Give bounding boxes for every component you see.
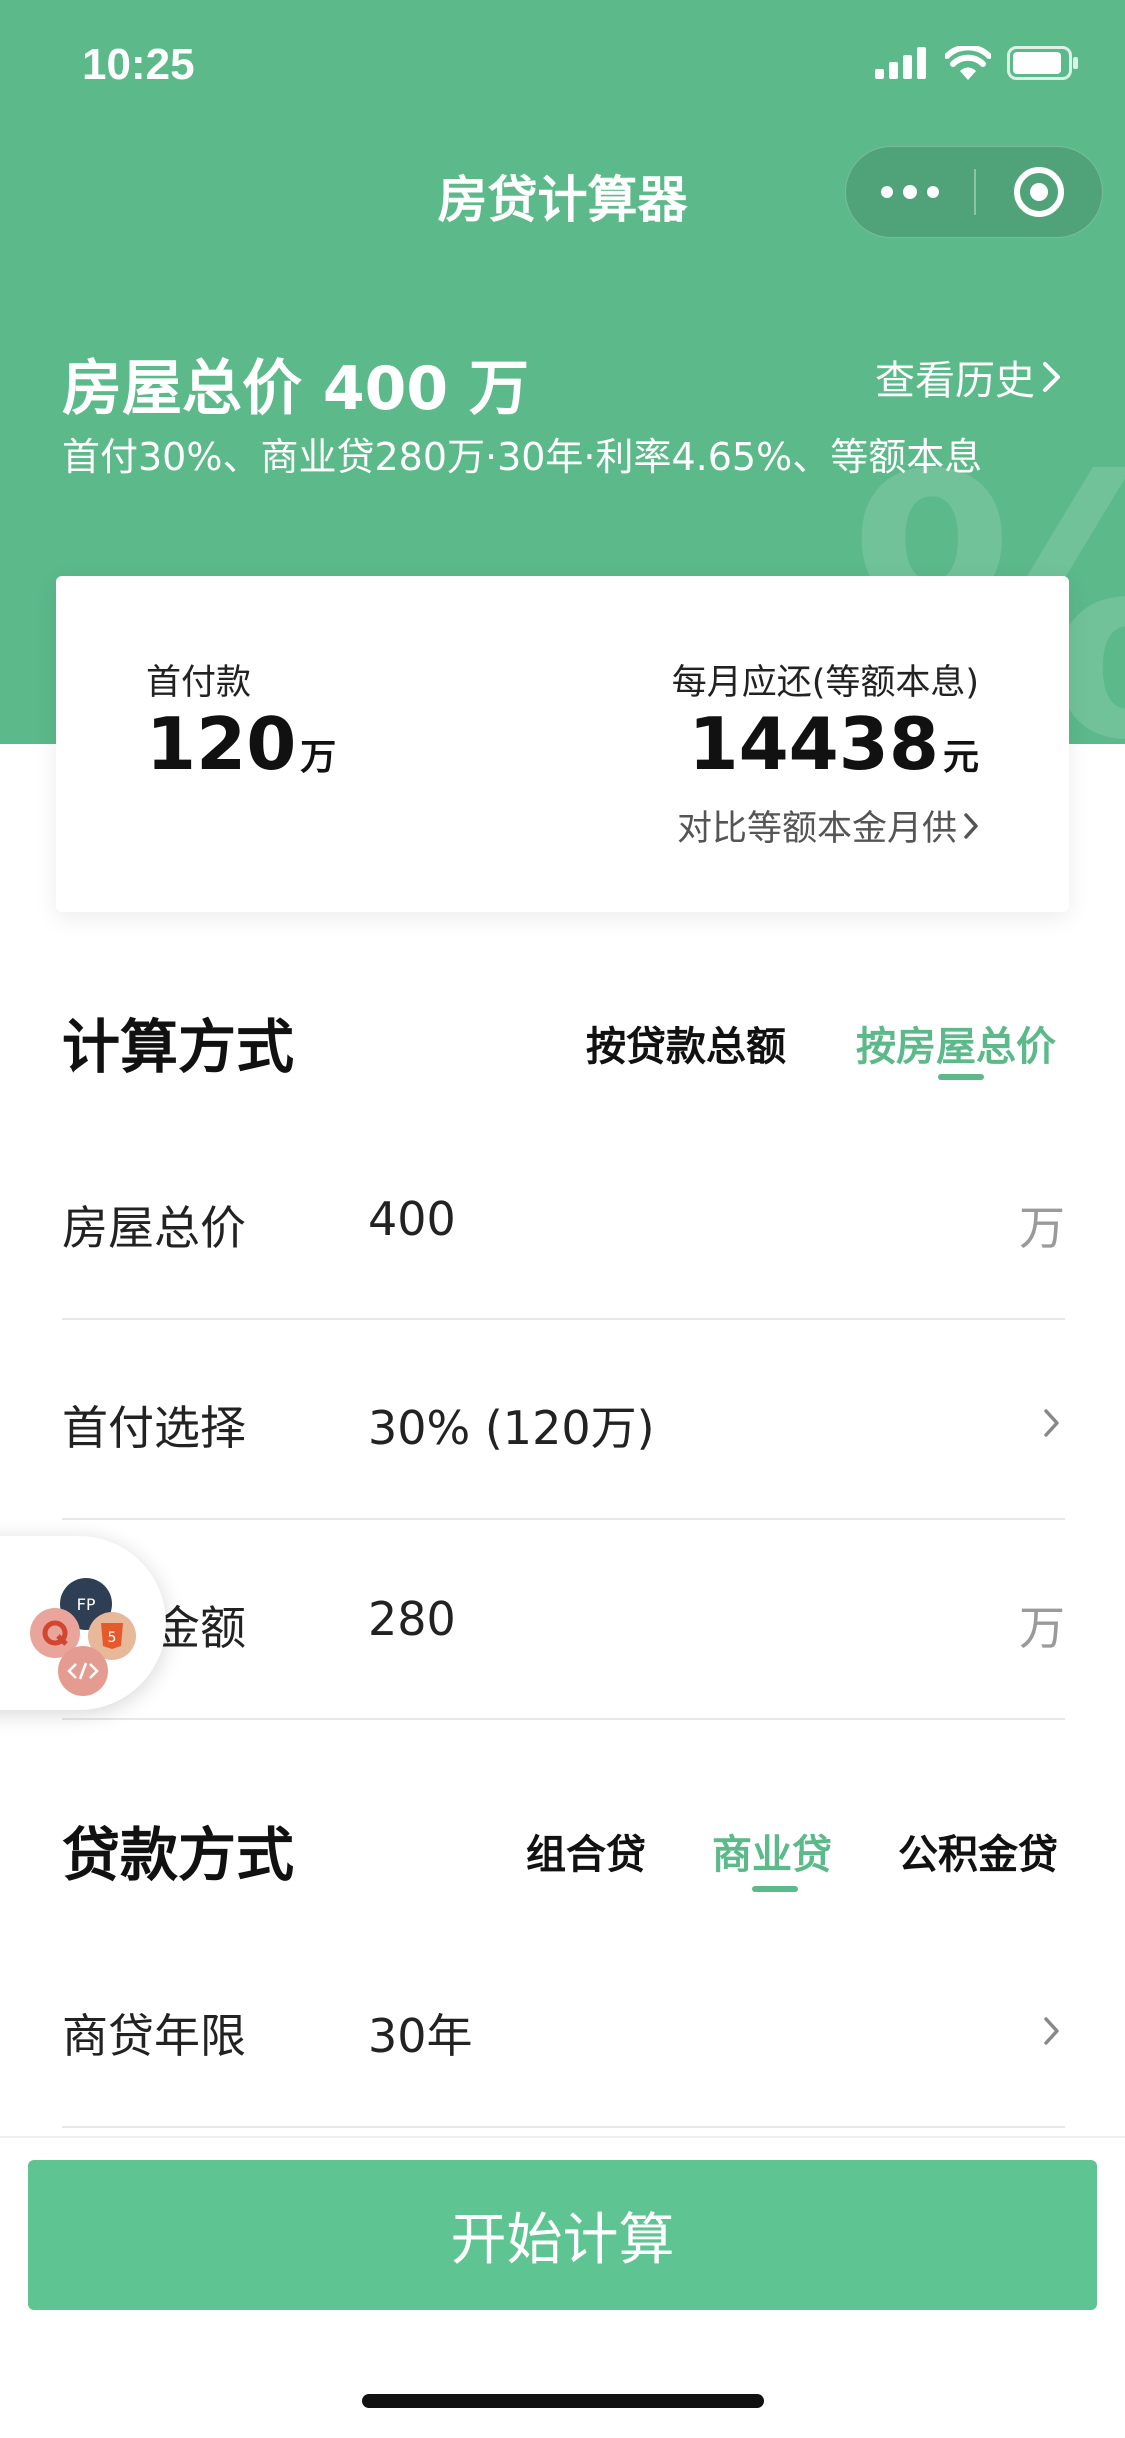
- history-link-label: 查看历史: [875, 358, 1035, 404]
- down-payment-select-label: 首付选择: [62, 1401, 246, 1455]
- wifi-icon: [945, 46, 991, 80]
- down-payment-select[interactable]: 30% (120万): [368, 1392, 655, 1458]
- house-price-label: 房屋总价: [62, 1201, 246, 1255]
- loan-amount-row[interactable]: 贷款金额 280 万: [62, 1520, 1065, 1720]
- monthly-payment-unit: 元: [942, 737, 979, 778]
- tab-commercial-loan[interactable]: 商业贷: [712, 1822, 832, 1880]
- tab-provident-fund-loan[interactable]: 公积金贷: [898, 1822, 1058, 1880]
- result-card: 首付款 120 万 每月应还(等额本息) 14438 元 对比等额本金月供: [56, 576, 1069, 912]
- home-indicator: [362, 2394, 764, 2408]
- signal-icon: [875, 47, 926, 79]
- close-miniprogram-button[interactable]: [976, 147, 1102, 237]
- status-icons: [875, 46, 1079, 80]
- compare-link[interactable]: 对比等额本金月供: [677, 800, 979, 851]
- code-icon: [58, 1646, 108, 1696]
- monthly-payment-value: 14438 元: [688, 702, 979, 786]
- active-tab-indicator: [752, 1886, 798, 1892]
- loan-summary: 首付30%、商业贷280万·30年·利率4.65%、等额本息: [62, 435, 983, 479]
- chevron-right-icon: [1044, 1409, 1059, 1437]
- svg-text:5: 5: [108, 1630, 117, 1646]
- divider: [62, 1718, 1065, 1720]
- house-price-row[interactable]: 房屋总价 400 万: [62, 1120, 1065, 1320]
- loan-amount-unit: 万: [1019, 1601, 1065, 1655]
- chevron-right-icon: [1043, 362, 1060, 392]
- tab-by-loan-amount[interactable]: 按贷款总额: [586, 1014, 786, 1072]
- loan-term-row[interactable]: 商贷年限 30年: [62, 1928, 1065, 2128]
- loan-term-select[interactable]: 30年: [368, 2000, 473, 2066]
- house-price-input[interactable]: 400: [368, 1192, 456, 1246]
- down-payment-label: 首付款: [146, 663, 252, 703]
- chevron-right-icon: [964, 812, 978, 839]
- calc-method-title: 计算方式: [62, 1013, 295, 1081]
- compare-link-label: 对比等额本金月供: [676, 809, 957, 849]
- active-tab-indicator: [938, 1074, 984, 1080]
- status-time: 10:25: [82, 40, 195, 89]
- monthly-payment-number: 14438: [688, 702, 939, 786]
- house-total-title: 房屋总价 400 万: [62, 354, 530, 424]
- down-payment-unit: 万: [300, 737, 337, 778]
- loan-term-label: 商贷年限: [62, 2009, 246, 2063]
- more-dots-icon: [881, 185, 939, 199]
- miniprogram-capsule: [845, 146, 1103, 238]
- house-price-unit: 万: [1019, 1201, 1065, 1255]
- start-calculation-button[interactable]: 开始计算: [28, 2160, 1097, 2310]
- floating-assistant-widget[interactable]: FP 5: [0, 1536, 166, 1710]
- chevron-right-icon: [1044, 2017, 1059, 2045]
- target-close-icon: [1014, 167, 1064, 217]
- history-link[interactable]: 查看历史: [875, 348, 1063, 406]
- tab-by-house-price[interactable]: 按房屋总价: [856, 1014, 1056, 1072]
- divider: [62, 2126, 1065, 2128]
- battery-icon: [1007, 46, 1078, 80]
- loan-type-title: 贷款方式: [62, 1821, 295, 1889]
- tab-combined-loan[interactable]: 组合贷: [526, 1822, 646, 1880]
- down-payment-number: 120: [146, 702, 297, 786]
- down-payment-row[interactable]: 首付选择 30% (120万): [62, 1320, 1065, 1520]
- down-payment-value: 120 万: [146, 702, 336, 786]
- more-button[interactable]: [846, 147, 974, 237]
- monthly-payment-label: 每月应还(等额本息): [671, 663, 979, 703]
- loan-amount-input[interactable]: 280: [368, 1592, 456, 1646]
